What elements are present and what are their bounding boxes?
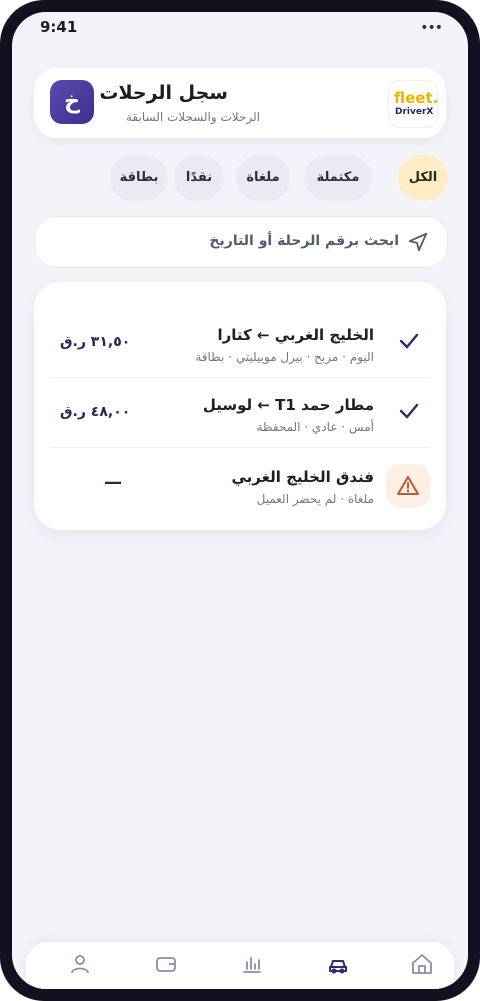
page-subtitle: الرحلات والسجلات السابقة	[125, 110, 260, 124]
filter-chips: الكل مكتملة ملغاة نقدًا بطاقة	[34, 155, 448, 201]
warning-icon	[397, 476, 419, 495]
status-time: 9:41	[40, 18, 78, 36]
check-icon	[399, 333, 419, 349]
wallet-icon	[156, 957, 176, 972]
tab-trips[interactable]	[326, 952, 354, 980]
filter-cash[interactable]: نقدًا	[174, 155, 224, 201]
logo-line2: DriverX	[395, 107, 434, 117]
trip-row[interactable]: الخليج الغربي ← كتارا اليوم · مربح · بير…	[34, 308, 446, 378]
filter-cancelled[interactable]: ملغاة	[236, 155, 290, 201]
trip-fare: —	[104, 472, 122, 493]
filter-all[interactable]: الكل	[398, 155, 448, 201]
chart-icon	[243, 957, 261, 973]
phone-frame: 9:41 ••• fleet. DriverX سجل الرحلات الرح…	[0, 0, 480, 1001]
logo-line1: fleet.	[394, 89, 439, 107]
profile-icon	[71, 955, 89, 974]
warning-badge	[386, 464, 430, 508]
trip-meta: ملغاة · لم يحضر العميل	[256, 492, 374, 506]
avatar[interactable]: خ	[50, 80, 94, 124]
trip-meta: أمس · عادي · المحفظة	[256, 420, 374, 434]
tab-wallet[interactable]	[154, 952, 182, 980]
logo: fleet. DriverX	[388, 80, 438, 128]
tab-profile[interactable]	[68, 952, 96, 980]
filter-card[interactable]: بطاقة	[110, 155, 168, 201]
trip-route: الخليج الغربي ← كتارا	[217, 326, 374, 344]
search-placeholder: ابحث برقم الرحلة أو التاريخ	[209, 233, 399, 249]
page-title: سجل الرحلات	[99, 82, 228, 104]
trip-list: الخليج الغربي ← كتارا اليوم · مربح · بير…	[34, 282, 446, 530]
divider	[50, 447, 430, 448]
tab-stats[interactable]	[240, 952, 268, 980]
tab-home[interactable]	[410, 952, 438, 980]
navigation-icon	[408, 232, 428, 252]
check-icon	[399, 403, 419, 419]
trip-row[interactable]: فندق الخليج الغربي ملغاة · لم يحضر العمي…	[34, 450, 446, 520]
home-icon	[412, 954, 432, 974]
trip-fare: ٤٨,٠٠ ر.ق	[60, 404, 131, 420]
trip-route: مطار حمد T1 ← لوسيل	[202, 396, 374, 414]
tab-bar	[26, 942, 454, 989]
trip-fare: ٣١,٥٠ ر.ق	[60, 334, 131, 350]
car-icon	[329, 960, 347, 974]
trip-meta: اليوم · مربح · بيرل موبيليتي · بطاقة	[195, 350, 374, 364]
status-indicator: •••	[420, 20, 443, 36]
search-box[interactable]: ابحث برقم الرحلة أو التاريخ	[34, 216, 448, 268]
status-bar: 9:41 •••	[12, 12, 468, 48]
trip-route: فندق الخليج الغربي	[231, 468, 375, 486]
filter-completed[interactable]: مكتملة	[304, 155, 372, 201]
screen: 9:41 ••• fleet. DriverX سجل الرحلات الرح…	[12, 12, 468, 989]
trip-row[interactable]: مطار حمد T1 ← لوسيل أمس · عادي · المحفظة…	[34, 378, 446, 448]
header-card: fleet. DriverX سجل الرحلات الرحلات والسج…	[34, 68, 446, 138]
